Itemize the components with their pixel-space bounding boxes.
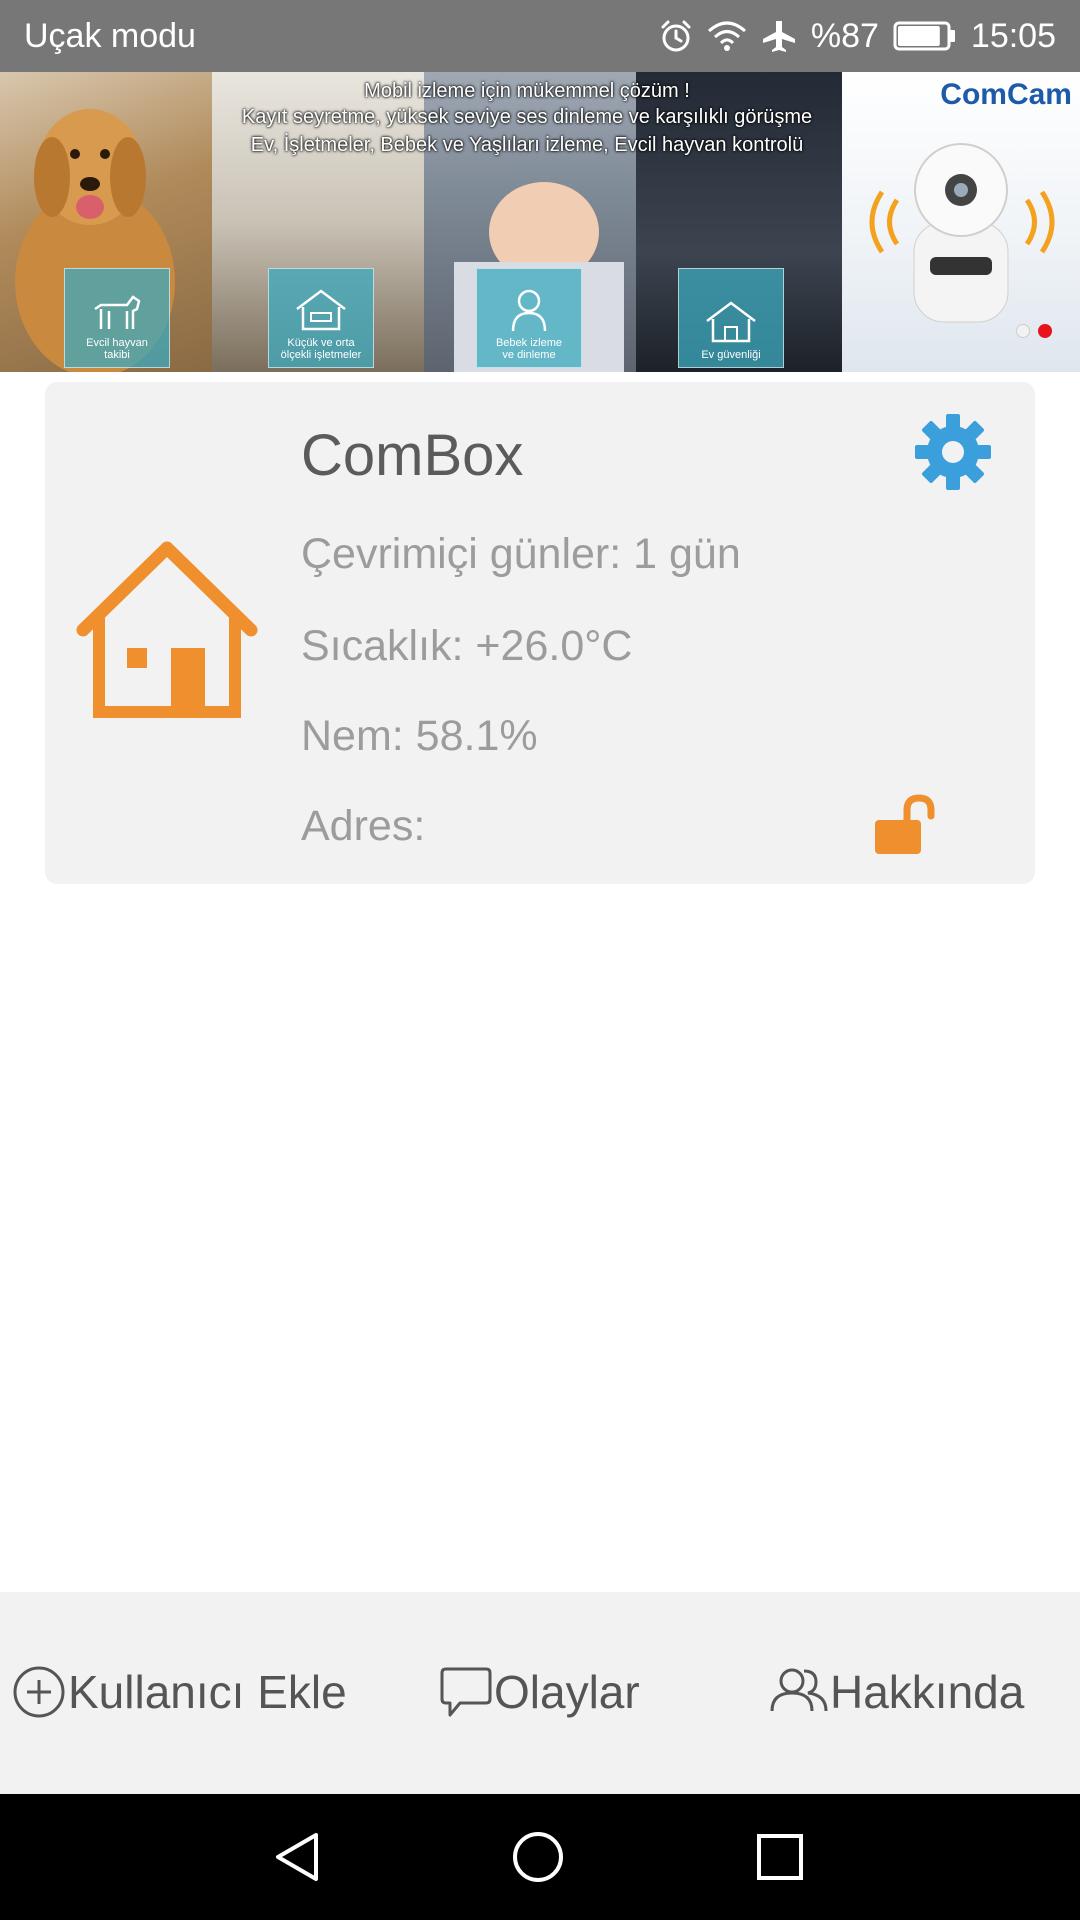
banner-subline-2: Ev, İşletmeler, Bebek ve Yaşlıları izlem… [250, 134, 804, 156]
home-security-icon [706, 301, 756, 343]
clock-time: 15:05 [970, 16, 1056, 55]
battery-icon [893, 21, 957, 51]
banner-headline: Mobil izleme için mükemmel çözüm ! [364, 80, 690, 102]
about-label: Hakkında [830, 1666, 1025, 1718]
back-icon[interactable] [270, 1829, 326, 1890]
brand-logo: ComCam [940, 78, 1072, 111]
unlock-icon[interactable] [871, 792, 937, 863]
about-button[interactable]: Hakkında [770, 1652, 1024, 1732]
feature-home-security: Ev güvenliği [678, 268, 784, 368]
airplane-icon [761, 19, 797, 53]
banner-pager[interactable] [1016, 324, 1052, 338]
add-user-label: Kullanıcı Ekle [68, 1666, 347, 1718]
device-card[interactable]: ComBox Çevrimiçi günler: 1 gün Sıcaklık:… [45, 382, 1035, 884]
bottom-navigation: Kullanıcı Ekle Olaylar Hakkında [0, 1592, 1080, 1794]
feature-small-business: Küçük ve orta ölçekli işletmeler [268, 268, 374, 368]
feature-label: Ev güvenliği [701, 349, 761, 361]
feature-label: Bebek izleme ve dinleme [495, 337, 563, 361]
temperature: Sıcaklık: +26.0°C [301, 622, 633, 670]
add-user-button[interactable]: Kullanıcı Ekle [12, 1652, 347, 1732]
alarm-icon [659, 19, 693, 53]
address: Adres: [301, 802, 426, 850]
promo-banner[interactable]: Mobil izleme için mükemmel çözüm ! Kayıt… [0, 72, 1080, 372]
feature-pet-tracking: Evcil hayvan takibi [64, 268, 170, 368]
humidity: Nem: 58.1% [301, 712, 538, 760]
battery-percent: %87 [810, 16, 879, 55]
pager-dot[interactable] [1016, 324, 1030, 338]
baby-icon [511, 289, 547, 332]
dog-icon [94, 295, 141, 329]
users-icon [770, 1668, 828, 1712]
system-navigation-bar [0, 1794, 1080, 1920]
add-circle-icon [13, 1666, 65, 1718]
shop-icon [296, 289, 346, 331]
events-label: Olaylar [494, 1666, 640, 1718]
airplane-mode-text: Uçak modu [24, 16, 196, 55]
chat-bubble-icon [440, 1667, 492, 1717]
wifi-icon [707, 19, 747, 53]
banner-subline-1: Kayıt seyretme, yüksek seviye ses dinlem… [241, 106, 813, 128]
online-days: Çevrimiçi günler: 1 gün [301, 530, 741, 578]
feature-label: Küçük ve orta ölçekli işletmeler [280, 337, 362, 361]
device-name: ComBox [301, 423, 524, 488]
status-bar: Uçak modu %87 15:05 [0, 0, 1080, 72]
pager-dot-active[interactable] [1038, 324, 1052, 338]
events-button[interactable]: Olaylar [438, 1652, 640, 1732]
house-icon [75, 538, 259, 725]
feature-label: Evcil hayvan takibi [86, 337, 148, 361]
recent-apps-icon[interactable] [752, 1829, 808, 1890]
feature-baby-monitor: Bebek izleme ve dinleme [476, 268, 582, 368]
home-icon[interactable] [510, 1829, 566, 1890]
settings-gear-icon[interactable] [913, 412, 993, 497]
status-icons: %87 15:05 [659, 17, 1056, 56]
